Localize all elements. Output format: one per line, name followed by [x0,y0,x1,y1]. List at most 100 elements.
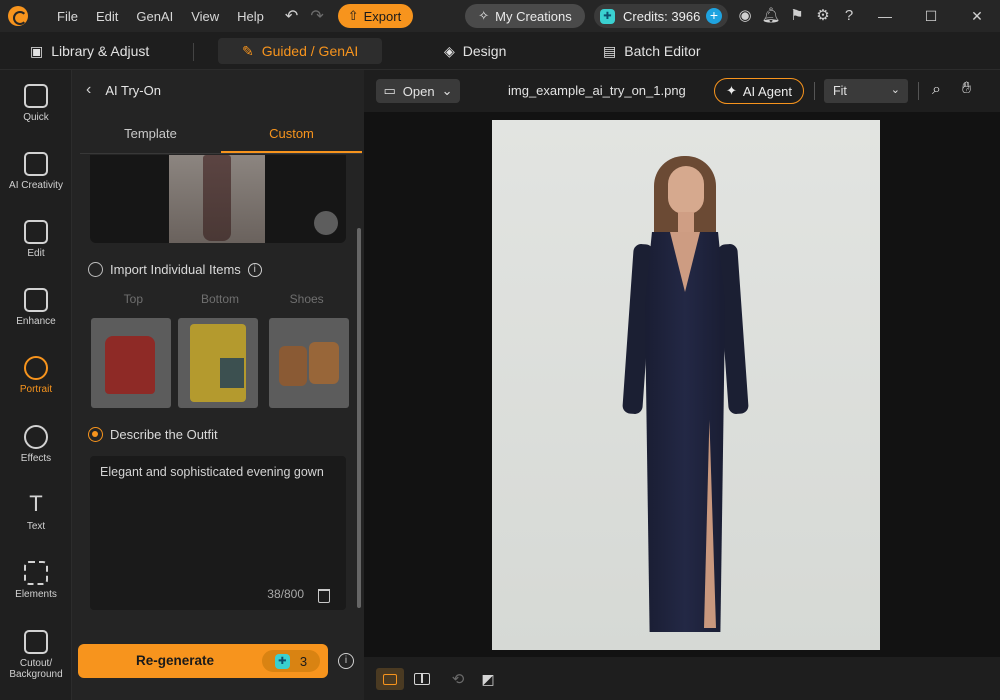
tab-template[interactable]: Template [80,118,221,153]
tab-library-adjust[interactable]: ▣ Library & Adjust [30,38,149,64]
tab-library-label: Library & Adjust [51,43,150,59]
mode-bar: ▣ Library & Adjust ✎ Guided / GenAI ◈ De… [0,32,1000,70]
image-canvas[interactable] [364,112,1000,657]
batch-images-icon: ▤ [603,42,617,59]
outfit-description-text[interactable]: Elegant and sophisticated evening gown [100,465,324,479]
character-count: 38/800 [267,587,304,601]
replace-image-icon[interactable] [314,211,338,235]
add-credits-icon[interactable]: + [706,8,722,24]
toolbar-divider [918,82,919,100]
rail-label: Text [26,521,46,532]
back-chevron-icon[interactable]: ‹ [86,81,91,99]
ai-agent-button[interactable]: ✦ AI Agent [714,78,804,104]
my-creations-label: My Creations [495,8,572,24]
rail-item-effects[interactable]: Effects [0,425,72,464]
rail-label: Edit [27,248,45,259]
sparkle-icon: ✧ [478,8,490,23]
menu-help[interactable]: Help [228,9,273,24]
layers-icon: ◈ [444,42,455,59]
credits-label: Credits: 3966 [623,8,701,24]
maximize-icon[interactable]: ☐ [908,0,954,32]
close-icon[interactable]: ✕ [954,0,1000,32]
portrait-icon [24,356,48,380]
regenerate-label: Re-generate [136,653,215,668]
import-items-label: Import Individual Items [110,262,241,277]
settings-gear-icon[interactable]: ⚙ [814,6,832,24]
menu-edit[interactable]: Edit [87,9,127,24]
chevron-down-icon: ⌄ [441,83,453,98]
history-button[interactable]: ⟲ [444,668,472,690]
bottom-item-thumbnail[interactable] [178,318,258,408]
reference-dress-shape [203,155,231,241]
describe-outfit-option[interactable]: Describe the Outfit [88,427,218,442]
export-button[interactable]: ⇧ Export [337,4,414,28]
rail-item-quick[interactable]: Quick [0,84,72,123]
rail-item-portrait[interactable]: Portrait [0,356,72,395]
rail-item-cutout-background[interactable]: Cutout/ Background [0,630,72,680]
undo-icon[interactable]: ↶ [285,6,298,26]
regenerate-button[interactable]: Re-generate ✚ 3 [78,644,328,678]
rail-item-enhance[interactable]: Enhance [0,288,72,327]
rail-item-edit[interactable]: Edit [0,220,72,259]
reference-outfit-preview [90,155,346,243]
hand-pan-icon[interactable]: ✋︎ [962,80,971,98]
ai-agent-label: AI Agent [742,83,793,99]
toolbar-divider [814,82,815,100]
label-bottom: Bottom [201,292,240,306]
ai-try-on-panel: ‹ AI Try-On Template Custom Import Indiv… [72,70,364,700]
outfit-description-field[interactable]: Elegant and sophisticated evening gown 3… [90,456,346,610]
single-view-button[interactable] [376,668,404,690]
open-button[interactable]: ▭ Open ⌄ [376,79,460,103]
ai-creativity-icon [24,152,48,176]
tab-batch-editor[interactable]: ▤ Batch Editor [603,38,701,64]
info-icon[interactable]: i [247,262,262,277]
regenerate-info-icon[interactable]: i [338,653,354,669]
import-items-option[interactable]: Import Individual Items i [88,262,262,277]
panel-scrollbar[interactable] [357,228,361,608]
quick-wand-icon [24,84,48,108]
red-jacket-image [105,336,155,394]
tab-guided-label: Guided / GenAI [261,43,359,59]
shorts-panel-shape [220,358,244,388]
rail-item-elements[interactable]: Elements [0,561,72,600]
account-icon[interactable]: ◉ [736,6,754,24]
zoom-search-icon[interactable]: ⌕ [932,81,941,99]
tab-design[interactable]: ◈ Design [444,38,506,64]
menu-genai[interactable]: GenAI [127,9,182,24]
credit-gem-icon: ✚ [274,653,290,669]
folder-icon: ▭ [383,83,396,98]
window-controls: — ☐ ✕ [862,0,1000,32]
rail-label: Effects [20,453,52,464]
top-item-thumbnail[interactable] [91,318,171,408]
credits-badge[interactable]: ✚ Credits: 3966 + [594,4,728,28]
credit-gem-icon: ✚ [600,8,615,24]
help-icon[interactable]: ? [840,6,858,24]
my-creations-button[interactable]: ✧ My Creations [465,4,585,28]
feedback-icon[interactable]: ⚑ [788,6,806,24]
enhance-icon [24,288,48,312]
compare-button[interactable]: ◩ [474,668,502,690]
try-on-result-image [492,120,880,650]
rail-label: Portrait [19,384,53,395]
zoom-select[interactable]: Fit ⌄ [824,79,908,103]
shoes-item-thumbnail[interactable] [269,318,349,408]
app-logo-icon [8,6,28,26]
notification-bell-icon[interactable]: 🔔︎ [761,6,780,24]
split-view-button[interactable] [408,668,436,690]
panel-header: ‹ AI Try-On [72,70,364,110]
tab-guided-genai[interactable]: ✎ Guided / GenAI [218,38,383,64]
titlebar-icons: ◉ 🔔︎ ⚑ ⚙ ? [736,6,858,25]
trash-icon[interactable] [318,589,330,603]
minimize-icon[interactable]: — [862,0,908,32]
describe-outfit-radio[interactable] [88,427,103,442]
rail-item-ai-creativity[interactable]: AI Creativity [0,152,72,191]
view-toolbar: ⟲ ◩ [364,657,1000,700]
open-label: Open [402,83,435,99]
menu-view[interactable]: View [182,9,228,24]
menu-file[interactable]: File [48,9,87,24]
redo-icon[interactable]: ↷ [310,6,323,26]
rail-label: Cutout/ [19,658,53,669]
rail-item-text[interactable]: T Text [0,493,72,533]
import-items-radio[interactable] [88,262,103,277]
tab-custom[interactable]: Custom [221,118,362,153]
